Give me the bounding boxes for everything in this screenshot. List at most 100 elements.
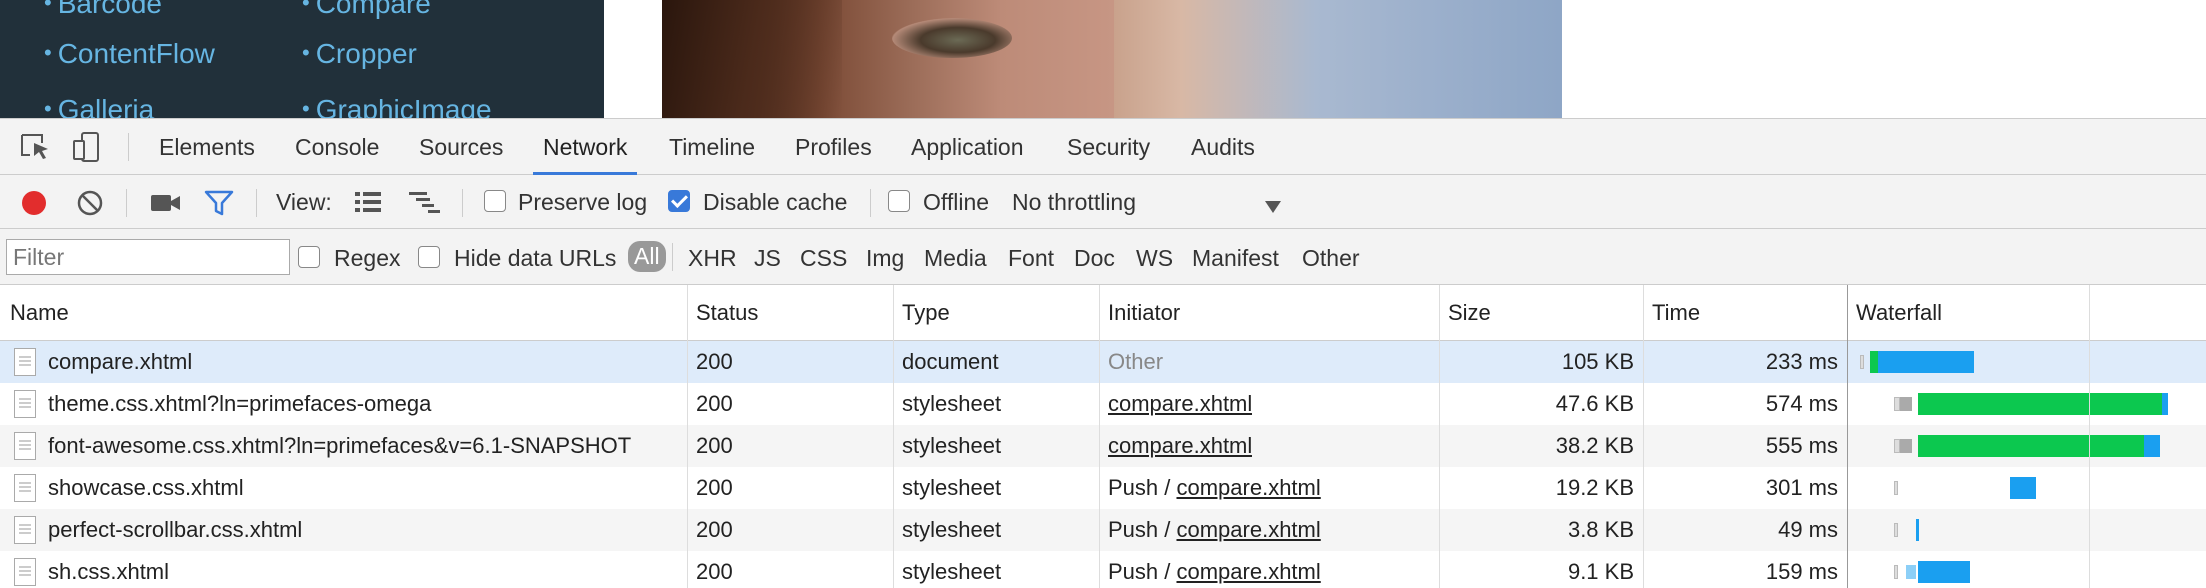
- column-header-type[interactable]: Type: [902, 285, 950, 341]
- document-icon: [14, 516, 36, 544]
- nav-link-galleria[interactable]: Galleria: [44, 94, 154, 118]
- nav-link-compare[interactable]: Compare: [302, 0, 431, 20]
- document-icon: [14, 390, 36, 418]
- column-divider[interactable]: [1439, 285, 1440, 588]
- type-filter-all[interactable]: All: [628, 241, 666, 272]
- tab-console[interactable]: Console: [295, 119, 379, 175]
- nav-link-graphicimage[interactable]: GraphicImage: [302, 94, 492, 118]
- clear-icon[interactable]: [76, 189, 104, 223]
- page-viewport: Barcode ContentFlow Galleria Compare Cro…: [0, 0, 2206, 118]
- type-filter-font[interactable]: Font: [1008, 245, 1054, 272]
- tab-timeline[interactable]: Timeline: [669, 119, 755, 175]
- request-size: 9.1 KB: [1567, 559, 1634, 584]
- table-row[interactable]: compare.xhtml 200 document Other 105 KB …: [0, 341, 2206, 383]
- waterfall-download: [1916, 519, 1919, 541]
- type-filter-css[interactable]: CSS: [800, 245, 847, 272]
- column-divider[interactable]: [1099, 285, 1100, 588]
- column-divider[interactable]: [893, 285, 894, 588]
- type-filter-ws[interactable]: WS: [1136, 245, 1173, 272]
- overview-icon[interactable]: [408, 190, 442, 220]
- offline-checkbox[interactable]: [888, 190, 910, 212]
- type-filter-xhr[interactable]: XHR: [688, 245, 737, 272]
- nav-link-barcode[interactable]: Barcode: [44, 0, 162, 20]
- type-filter-other[interactable]: Other: [1302, 245, 1360, 272]
- request-time: 574 ms: [1765, 391, 1838, 416]
- waterfall-waiting: [1870, 351, 1878, 373]
- request-size: 105 KB: [1561, 349, 1634, 374]
- table-row[interactable]: theme.css.xhtml?ln=primefaces-omega 200 …: [0, 383, 2206, 425]
- request-type: stylesheet: [902, 517, 1002, 542]
- initiator-link[interactable]: compare.xhtml: [1108, 391, 1252, 416]
- initiator-link[interactable]: compare.xhtml: [1108, 433, 1252, 458]
- large-rows-icon[interactable]: [354, 190, 382, 220]
- request-status: 200: [696, 559, 733, 584]
- chevron-down-icon[interactable]: [1264, 193, 1282, 220]
- hide-data-urls-label: Hide data URLs: [454, 245, 617, 271]
- table-row[interactable]: sh.css.xhtml 200 stylesheet Push / compa…: [0, 551, 2206, 588]
- request-initiator: Push / compare.xhtml: [1108, 559, 1321, 584]
- request-initiator: compare.xhtml: [1108, 425, 1252, 467]
- nav-link-contentflow[interactable]: ContentFlow: [44, 38, 215, 70]
- record-button[interactable]: [20, 189, 48, 223]
- request-status: 200: [696, 475, 733, 500]
- type-filter-doc[interactable]: Doc: [1074, 245, 1115, 272]
- type-filter-manifest[interactable]: Manifest: [1192, 245, 1279, 272]
- type-filter-js[interactable]: JS: [754, 245, 781, 272]
- network-filterbar: Regex Hide data URLs All XHR JS CSS Img …: [0, 229, 2206, 285]
- tab-sources[interactable]: Sources: [419, 119, 503, 175]
- type-filter-img[interactable]: Img: [866, 245, 904, 272]
- request-type: stylesheet: [902, 559, 1002, 584]
- filterbar-divider: [672, 243, 673, 271]
- column-divider[interactable]: [687, 285, 688, 588]
- tab-audits[interactable]: Audits: [1191, 119, 1255, 175]
- nav-link-cropper[interactable]: Cropper: [302, 38, 417, 70]
- filter-icon[interactable]: [204, 189, 234, 223]
- tabbar-divider: [128, 133, 129, 161]
- column-header-time[interactable]: Time: [1652, 285, 1700, 341]
- request-name: font-awesome.css.xhtml?ln=primefaces&v=6…: [48, 433, 632, 458]
- column-header-name[interactable]: Name: [10, 285, 69, 341]
- request-status: 200: [696, 349, 733, 374]
- initiator-link[interactable]: compare.xhtml: [1176, 517, 1320, 542]
- column-header-initiator[interactable]: Initiator: [1108, 285, 1180, 341]
- hide-data-urls-checkbox[interactable]: [418, 246, 440, 268]
- tab-security[interactable]: Security: [1067, 119, 1150, 175]
- offline-label: Offline: [923, 189, 990, 215]
- request-type: stylesheet: [902, 475, 1002, 500]
- request-time: 233 ms: [1765, 349, 1838, 374]
- column-header-size[interactable]: Size: [1448, 285, 1491, 341]
- preserve-log-label: Preserve log: [518, 189, 648, 215]
- tab-elements[interactable]: Elements: [159, 119, 255, 175]
- request-name: compare.xhtml: [48, 349, 193, 374]
- tab-network[interactable]: Network: [532, 119, 638, 175]
- waterfall-queue: [1860, 355, 1864, 369]
- disable-cache-label: Disable cache: [703, 189, 848, 215]
- column-divider[interactable]: [1847, 285, 1848, 588]
- request-name: theme.css.xhtml?ln=primefaces-omega: [48, 391, 432, 416]
- filter-input[interactable]: [6, 239, 290, 275]
- type-filter-media[interactable]: Media: [924, 245, 987, 272]
- initiator-link[interactable]: compare.xhtml: [1176, 559, 1320, 584]
- request-size: 38.2 KB: [1555, 433, 1634, 458]
- device-toolbar-icon[interactable]: [70, 131, 106, 163]
- column-divider[interactable]: [1643, 285, 1644, 588]
- throttling-select[interactable]: No throttling: [1012, 189, 1136, 216]
- column-header-status[interactable]: Status: [696, 285, 758, 341]
- initiator-link[interactable]: compare.xhtml: [1176, 475, 1320, 500]
- inspect-element-icon[interactable]: [18, 131, 54, 163]
- table-row[interactable]: showcase.css.xhtml 200 stylesheet Push /…: [0, 467, 2206, 509]
- tab-profiles[interactable]: Profiles: [795, 119, 872, 175]
- tab-application[interactable]: Application: [911, 119, 1024, 175]
- showcase-sidebar: Barcode ContentFlow Galleria Compare Cro…: [0, 0, 604, 118]
- regex-checkbox[interactable]: [298, 246, 320, 268]
- preserve-log-checkbox[interactable]: [484, 190, 506, 212]
- request-type: stylesheet: [902, 391, 1002, 416]
- disable-cache-checkbox[interactable]: [668, 190, 690, 212]
- table-row[interactable]: font-awesome.css.xhtml?ln=primefaces&v=6…: [0, 425, 2206, 467]
- column-header-waterfall[interactable]: Waterfall: [1856, 285, 1942, 341]
- capture-screenshots-icon[interactable]: [150, 191, 182, 221]
- table-row[interactable]: perfect-scrollbar.css.xhtml 200 styleshe…: [0, 509, 2206, 551]
- compare-image[interactable]: [662, 0, 1562, 118]
- request-size: 3.8 KB: [1567, 517, 1634, 542]
- waterfall-stalled: [1900, 439, 1912, 453]
